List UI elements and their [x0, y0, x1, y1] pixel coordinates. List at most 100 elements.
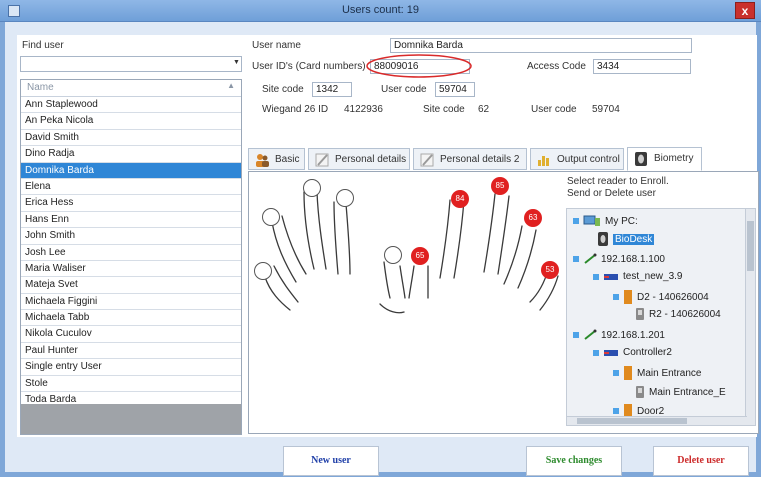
chart-icon — [538, 156, 549, 166]
list-item[interactable]: Stole — [21, 376, 241, 393]
expand-icon[interactable] — [573, 218, 579, 224]
tree-node-controller[interactable]: Controller2 — [593, 347, 672, 358]
scroll-thumb[interactable] — [747, 221, 754, 271]
expand-icon[interactable] — [613, 408, 619, 414]
tab-output-control-label: Output control — [557, 154, 620, 165]
list-item[interactable]: Elena — [21, 179, 241, 196]
tab-basic[interactable]: Basic — [248, 148, 305, 170]
list-item[interactable]: Mateja Svet — [21, 277, 241, 294]
tree-node-d2[interactable]: D2 - 140626004 — [613, 289, 709, 305]
enroll-instruction-line1: Select reader to Enroll. — [567, 176, 669, 187]
reader-icon — [636, 308, 644, 320]
tab-personal-details[interactable]: Personal details — [308, 148, 410, 170]
tree-node-my-pc[interactable]: My PC: — [573, 215, 638, 227]
finger-right-pinky[interactable]: 53 — [541, 261, 559, 279]
delete-user-button[interactable]: Delete user — [653, 446, 749, 476]
fingerprint-icon — [635, 152, 647, 166]
finger-left-index[interactable] — [336, 189, 354, 207]
tree-node-ip2[interactable]: 192.168.1.201 — [573, 329, 665, 341]
reader-icon — [636, 386, 644, 398]
find-user-label: Find user — [22, 40, 64, 51]
finger-left-thumb[interactable] — [384, 246, 402, 264]
find-user-input[interactable] — [20, 56, 242, 72]
controller-icon — [604, 349, 618, 356]
finger-left-middle[interactable] — [303, 179, 321, 197]
finger-right-thumb[interactable]: 65 — [411, 247, 429, 265]
list-item[interactable]: Ann Staplewood — [21, 97, 241, 114]
list-item[interactable]: Paul Hunter — [21, 343, 241, 360]
wiegand-label: Wiegand 26 ID — [262, 104, 329, 115]
reader-tree: My PC: BioDesk 192.168.1.100 test_new_3.… — [566, 208, 756, 426]
tab-output-control[interactable]: Output control — [530, 148, 624, 170]
finger-right-ring[interactable]: 63 — [524, 209, 542, 227]
expand-icon[interactable] — [593, 273, 599, 280]
list-item[interactable]: Erica Hess — [21, 195, 241, 212]
list-empty-area — [21, 404, 241, 434]
expand-icon[interactable] — [613, 370, 619, 376]
tab-personal-details-2[interactable]: Personal details 2 — [413, 148, 527, 170]
site-code-field[interactable]: 1342 — [312, 82, 352, 97]
finger-left-ring[interactable] — [262, 208, 280, 226]
user-name-label: User name — [252, 40, 301, 51]
pen-icon — [315, 153, 329, 167]
expand-icon[interactable] — [593, 349, 599, 356]
tree-node-main-entrance[interactable]: Main Entrance — [613, 365, 701, 381]
wiegand-id-value: 4122936 — [344, 104, 383, 115]
tab-biometry-label: Biometry — [654, 153, 694, 164]
user-list: Name ▲ Ann Staplewood An Peka Nicola David… — [20, 79, 242, 435]
highlight-ellipse — [366, 54, 472, 78]
access-code-field[interactable]: 3434 — [593, 59, 691, 74]
people-icon — [256, 154, 269, 167]
user-code-field[interactable]: 59704 — [435, 82, 475, 97]
tree-node-ip1[interactable]: 192.168.1.100 — [573, 253, 665, 265]
save-changes-button[interactable]: Save changes — [526, 446, 622, 476]
close-button[interactable]: x — [735, 2, 755, 19]
list-item[interactable]: Josh Lee — [21, 245, 241, 261]
list-item[interactable]: John Smith — [21, 228, 241, 245]
site-code-label: Site code — [262, 84, 304, 95]
list-item[interactable]: David Smith — [21, 130, 241, 147]
hands-outline — [264, 191, 559, 314]
finger-right-index[interactable]: 84 — [451, 190, 469, 208]
list-item[interactable]: Michaela Figgini — [21, 294, 241, 311]
wiegand-user-value: 59704 — [592, 104, 620, 115]
fingerprint-reader-icon — [598, 232, 608, 246]
finger-left-pinky[interactable] — [254, 262, 272, 280]
tab-basic-label: Basic — [275, 154, 300, 165]
door-icon — [624, 366, 632, 380]
scroll-thumb[interactable] — [577, 418, 687, 424]
expand-icon[interactable] — [613, 294, 619, 300]
list-header-name[interactable]: Name ▲ — [21, 80, 241, 97]
chevron-down-icon[interactable]: ▼ — [233, 59, 240, 66]
new-user-button[interactable]: New user — [283, 446, 379, 476]
tree-node-main-entrance-reader[interactable]: Main Entrance_E — [635, 385, 726, 399]
network-icon — [584, 253, 597, 264]
door-icon — [624, 290, 632, 304]
list-items: Ann Staplewood An Peka Nicola David Smith D… — [21, 97, 241, 409]
list-item[interactable]: An Peka Nicola — [21, 113, 241, 130]
list-item[interactable]: Single entry User — [21, 359, 241, 376]
tab-personal-details-2-label: Personal details 2 — [440, 154, 520, 165]
tree-node-device1[interactable]: test_new_3.9 — [593, 271, 683, 282]
finger-right-middle[interactable]: 85 — [491, 177, 509, 195]
expand-icon[interactable] — [573, 332, 579, 338]
tree-node-biodesk[interactable]: BioDesk — [597, 231, 655, 247]
user-name-field[interactable]: Domnika Barda — [390, 38, 692, 53]
access-code-label: Access Code — [527, 61, 586, 72]
controller-icon — [604, 273, 618, 280]
list-item[interactable]: Maria Waliser — [21, 261, 241, 278]
tree-node-r2[interactable]: R2 - 140626004 — [635, 307, 721, 321]
list-item[interactable]: Hans Enn — [21, 212, 241, 229]
list-item[interactable]: Domnika Barda — [21, 162, 241, 179]
computer-icon — [583, 215, 600, 226]
list-item[interactable]: Michaela Tabb — [21, 310, 241, 327]
list-item[interactable]: Dino Radja — [21, 146, 241, 163]
network-icon — [584, 329, 597, 340]
expand-icon[interactable] — [573, 256, 579, 262]
tree-horizontal-scrollbar[interactable] — [567, 416, 747, 425]
wiegand-site-label: Site code — [423, 104, 465, 115]
tree-vertical-scrollbar[interactable] — [745, 209, 755, 425]
tab-biometry[interactable]: Biometry — [627, 147, 702, 171]
list-item[interactable]: Nikola Cuculov — [21, 326, 241, 343]
tab-personal-details-label: Personal details — [335, 154, 407, 165]
